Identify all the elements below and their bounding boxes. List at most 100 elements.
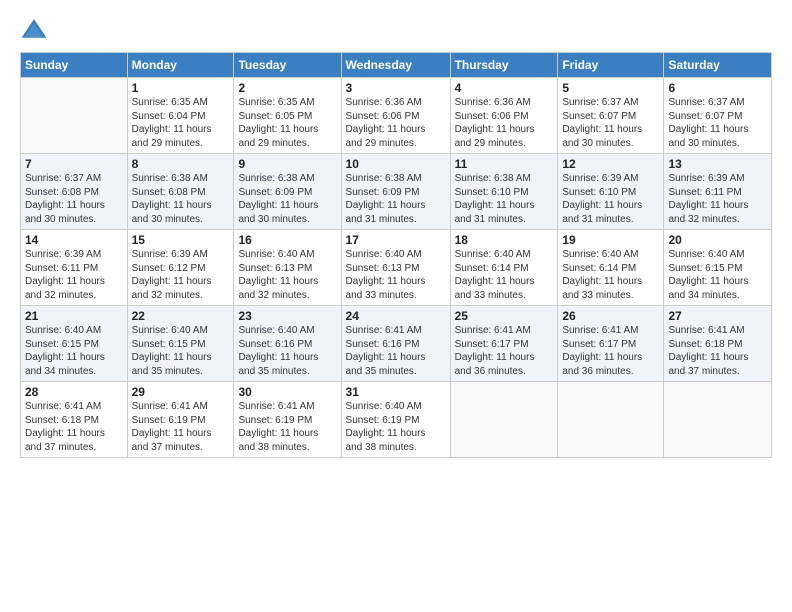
page: SundayMondayTuesdayWednesdayThursdayFrid… (0, 0, 792, 612)
calendar-cell: 25Sunrise: 6:41 AMSunset: 6:17 PMDayligh… (450, 306, 558, 382)
calendar-cell (21, 78, 128, 154)
calendar-cell: 19Sunrise: 6:40 AMSunset: 6:14 PMDayligh… (558, 230, 664, 306)
calendar-cell: 14Sunrise: 6:39 AMSunset: 6:11 PMDayligh… (21, 230, 128, 306)
day-info: Sunrise: 6:39 AMSunset: 6:11 PMDaylight:… (25, 248, 123, 302)
day-info: Sunrise: 6:40 AMSunset: 6:14 PMDaylight:… (455, 248, 554, 302)
calendar-cell: 7Sunrise: 6:37 AMSunset: 6:08 PMDaylight… (21, 154, 128, 230)
calendar-cell: 8Sunrise: 6:38 AMSunset: 6:08 PMDaylight… (127, 154, 234, 230)
day-number: 8 (132, 157, 230, 171)
calendar-cell: 23Sunrise: 6:40 AMSunset: 6:16 PMDayligh… (234, 306, 341, 382)
calendar-header-row: SundayMondayTuesdayWednesdayThursdayFrid… (21, 53, 772, 78)
calendar-cell: 5Sunrise: 6:37 AMSunset: 6:07 PMDaylight… (558, 78, 664, 154)
day-info: Sunrise: 6:38 AMSunset: 6:09 PMDaylight:… (346, 172, 446, 226)
day-number: 29 (132, 385, 230, 399)
calendar-cell: 29Sunrise: 6:41 AMSunset: 6:19 PMDayligh… (127, 382, 234, 458)
calendar-cell: 1Sunrise: 6:35 AMSunset: 6:04 PMDaylight… (127, 78, 234, 154)
day-number: 1 (132, 81, 230, 95)
day-info: Sunrise: 6:38 AMSunset: 6:10 PMDaylight:… (455, 172, 554, 226)
calendar-cell: 10Sunrise: 6:38 AMSunset: 6:09 PMDayligh… (341, 154, 450, 230)
day-info: Sunrise: 6:41 AMSunset: 6:17 PMDaylight:… (455, 324, 554, 378)
day-info: Sunrise: 6:36 AMSunset: 6:06 PMDaylight:… (346, 96, 446, 150)
day-info: Sunrise: 6:39 AMSunset: 6:10 PMDaylight:… (562, 172, 659, 226)
calendar-cell: 22Sunrise: 6:40 AMSunset: 6:15 PMDayligh… (127, 306, 234, 382)
day-info: Sunrise: 6:39 AMSunset: 6:11 PMDaylight:… (668, 172, 767, 226)
calendar-cell: 27Sunrise: 6:41 AMSunset: 6:18 PMDayligh… (664, 306, 772, 382)
day-number: 18 (455, 233, 554, 247)
calendar-cell: 13Sunrise: 6:39 AMSunset: 6:11 PMDayligh… (664, 154, 772, 230)
calendar-header-friday: Friday (558, 53, 664, 78)
day-info: Sunrise: 6:41 AMSunset: 6:17 PMDaylight:… (562, 324, 659, 378)
day-info: Sunrise: 6:36 AMSunset: 6:06 PMDaylight:… (455, 96, 554, 150)
day-number: 21 (25, 309, 123, 323)
calendar-cell: 16Sunrise: 6:40 AMSunset: 6:13 PMDayligh… (234, 230, 341, 306)
day-number: 31 (346, 385, 446, 399)
day-info: Sunrise: 6:35 AMSunset: 6:04 PMDaylight:… (132, 96, 230, 150)
calendar-week-2: 7Sunrise: 6:37 AMSunset: 6:08 PMDaylight… (21, 154, 772, 230)
calendar-week-4: 21Sunrise: 6:40 AMSunset: 6:15 PMDayligh… (21, 306, 772, 382)
calendar-cell: 11Sunrise: 6:38 AMSunset: 6:10 PMDayligh… (450, 154, 558, 230)
calendar-header-monday: Monday (127, 53, 234, 78)
day-number: 2 (238, 81, 336, 95)
calendar-week-1: 1Sunrise: 6:35 AMSunset: 6:04 PMDaylight… (21, 78, 772, 154)
day-number: 17 (346, 233, 446, 247)
day-info: Sunrise: 6:38 AMSunset: 6:09 PMDaylight:… (238, 172, 336, 226)
day-info: Sunrise: 6:41 AMSunset: 6:18 PMDaylight:… (668, 324, 767, 378)
calendar-cell (664, 382, 772, 458)
header (20, 16, 772, 44)
calendar-cell: 28Sunrise: 6:41 AMSunset: 6:18 PMDayligh… (21, 382, 128, 458)
day-number: 30 (238, 385, 336, 399)
calendar-header-saturday: Saturday (664, 53, 772, 78)
day-number: 19 (562, 233, 659, 247)
day-number: 4 (455, 81, 554, 95)
day-number: 25 (455, 309, 554, 323)
calendar-cell: 6Sunrise: 6:37 AMSunset: 6:07 PMDaylight… (664, 78, 772, 154)
calendar-cell: 18Sunrise: 6:40 AMSunset: 6:14 PMDayligh… (450, 230, 558, 306)
calendar-cell: 24Sunrise: 6:41 AMSunset: 6:16 PMDayligh… (341, 306, 450, 382)
day-number: 15 (132, 233, 230, 247)
day-info: Sunrise: 6:40 AMSunset: 6:19 PMDaylight:… (346, 400, 446, 454)
day-number: 28 (25, 385, 123, 399)
calendar-cell: 26Sunrise: 6:41 AMSunset: 6:17 PMDayligh… (558, 306, 664, 382)
day-info: Sunrise: 6:37 AMSunset: 6:07 PMDaylight:… (668, 96, 767, 150)
calendar-cell (450, 382, 558, 458)
calendar-table: SundayMondayTuesdayWednesdayThursdayFrid… (20, 52, 772, 458)
calendar-cell: 21Sunrise: 6:40 AMSunset: 6:15 PMDayligh… (21, 306, 128, 382)
calendar-cell: 30Sunrise: 6:41 AMSunset: 6:19 PMDayligh… (234, 382, 341, 458)
calendar-week-3: 14Sunrise: 6:39 AMSunset: 6:11 PMDayligh… (21, 230, 772, 306)
day-number: 16 (238, 233, 336, 247)
calendar-cell: 15Sunrise: 6:39 AMSunset: 6:12 PMDayligh… (127, 230, 234, 306)
calendar-cell: 12Sunrise: 6:39 AMSunset: 6:10 PMDayligh… (558, 154, 664, 230)
day-info: Sunrise: 6:41 AMSunset: 6:19 PMDaylight:… (132, 400, 230, 454)
day-number: 26 (562, 309, 659, 323)
day-info: Sunrise: 6:40 AMSunset: 6:13 PMDaylight:… (238, 248, 336, 302)
calendar-header-thursday: Thursday (450, 53, 558, 78)
day-number: 3 (346, 81, 446, 95)
calendar-cell: 3Sunrise: 6:36 AMSunset: 6:06 PMDaylight… (341, 78, 450, 154)
day-number: 14 (25, 233, 123, 247)
calendar-cell: 31Sunrise: 6:40 AMSunset: 6:19 PMDayligh… (341, 382, 450, 458)
day-info: Sunrise: 6:39 AMSunset: 6:12 PMDaylight:… (132, 248, 230, 302)
day-info: Sunrise: 6:37 AMSunset: 6:08 PMDaylight:… (25, 172, 123, 226)
calendar-header-wednesday: Wednesday (341, 53, 450, 78)
calendar-cell: 9Sunrise: 6:38 AMSunset: 6:09 PMDaylight… (234, 154, 341, 230)
calendar-week-5: 28Sunrise: 6:41 AMSunset: 6:18 PMDayligh… (21, 382, 772, 458)
day-number: 24 (346, 309, 446, 323)
day-info: Sunrise: 6:41 AMSunset: 6:16 PMDaylight:… (346, 324, 446, 378)
calendar-header-tuesday: Tuesday (234, 53, 341, 78)
day-info: Sunrise: 6:41 AMSunset: 6:18 PMDaylight:… (25, 400, 123, 454)
day-number: 10 (346, 157, 446, 171)
day-info: Sunrise: 6:40 AMSunset: 6:14 PMDaylight:… (562, 248, 659, 302)
day-info: Sunrise: 6:40 AMSunset: 6:15 PMDaylight:… (132, 324, 230, 378)
calendar-header-sunday: Sunday (21, 53, 128, 78)
day-number: 13 (668, 157, 767, 171)
calendar-cell (558, 382, 664, 458)
day-info: Sunrise: 6:40 AMSunset: 6:16 PMDaylight:… (238, 324, 336, 378)
day-info: Sunrise: 6:41 AMSunset: 6:19 PMDaylight:… (238, 400, 336, 454)
day-info: Sunrise: 6:40 AMSunset: 6:15 PMDaylight:… (25, 324, 123, 378)
logo-icon (20, 16, 48, 44)
day-number: 22 (132, 309, 230, 323)
day-info: Sunrise: 6:40 AMSunset: 6:13 PMDaylight:… (346, 248, 446, 302)
day-number: 11 (455, 157, 554, 171)
day-info: Sunrise: 6:38 AMSunset: 6:08 PMDaylight:… (132, 172, 230, 226)
logo (20, 16, 52, 44)
